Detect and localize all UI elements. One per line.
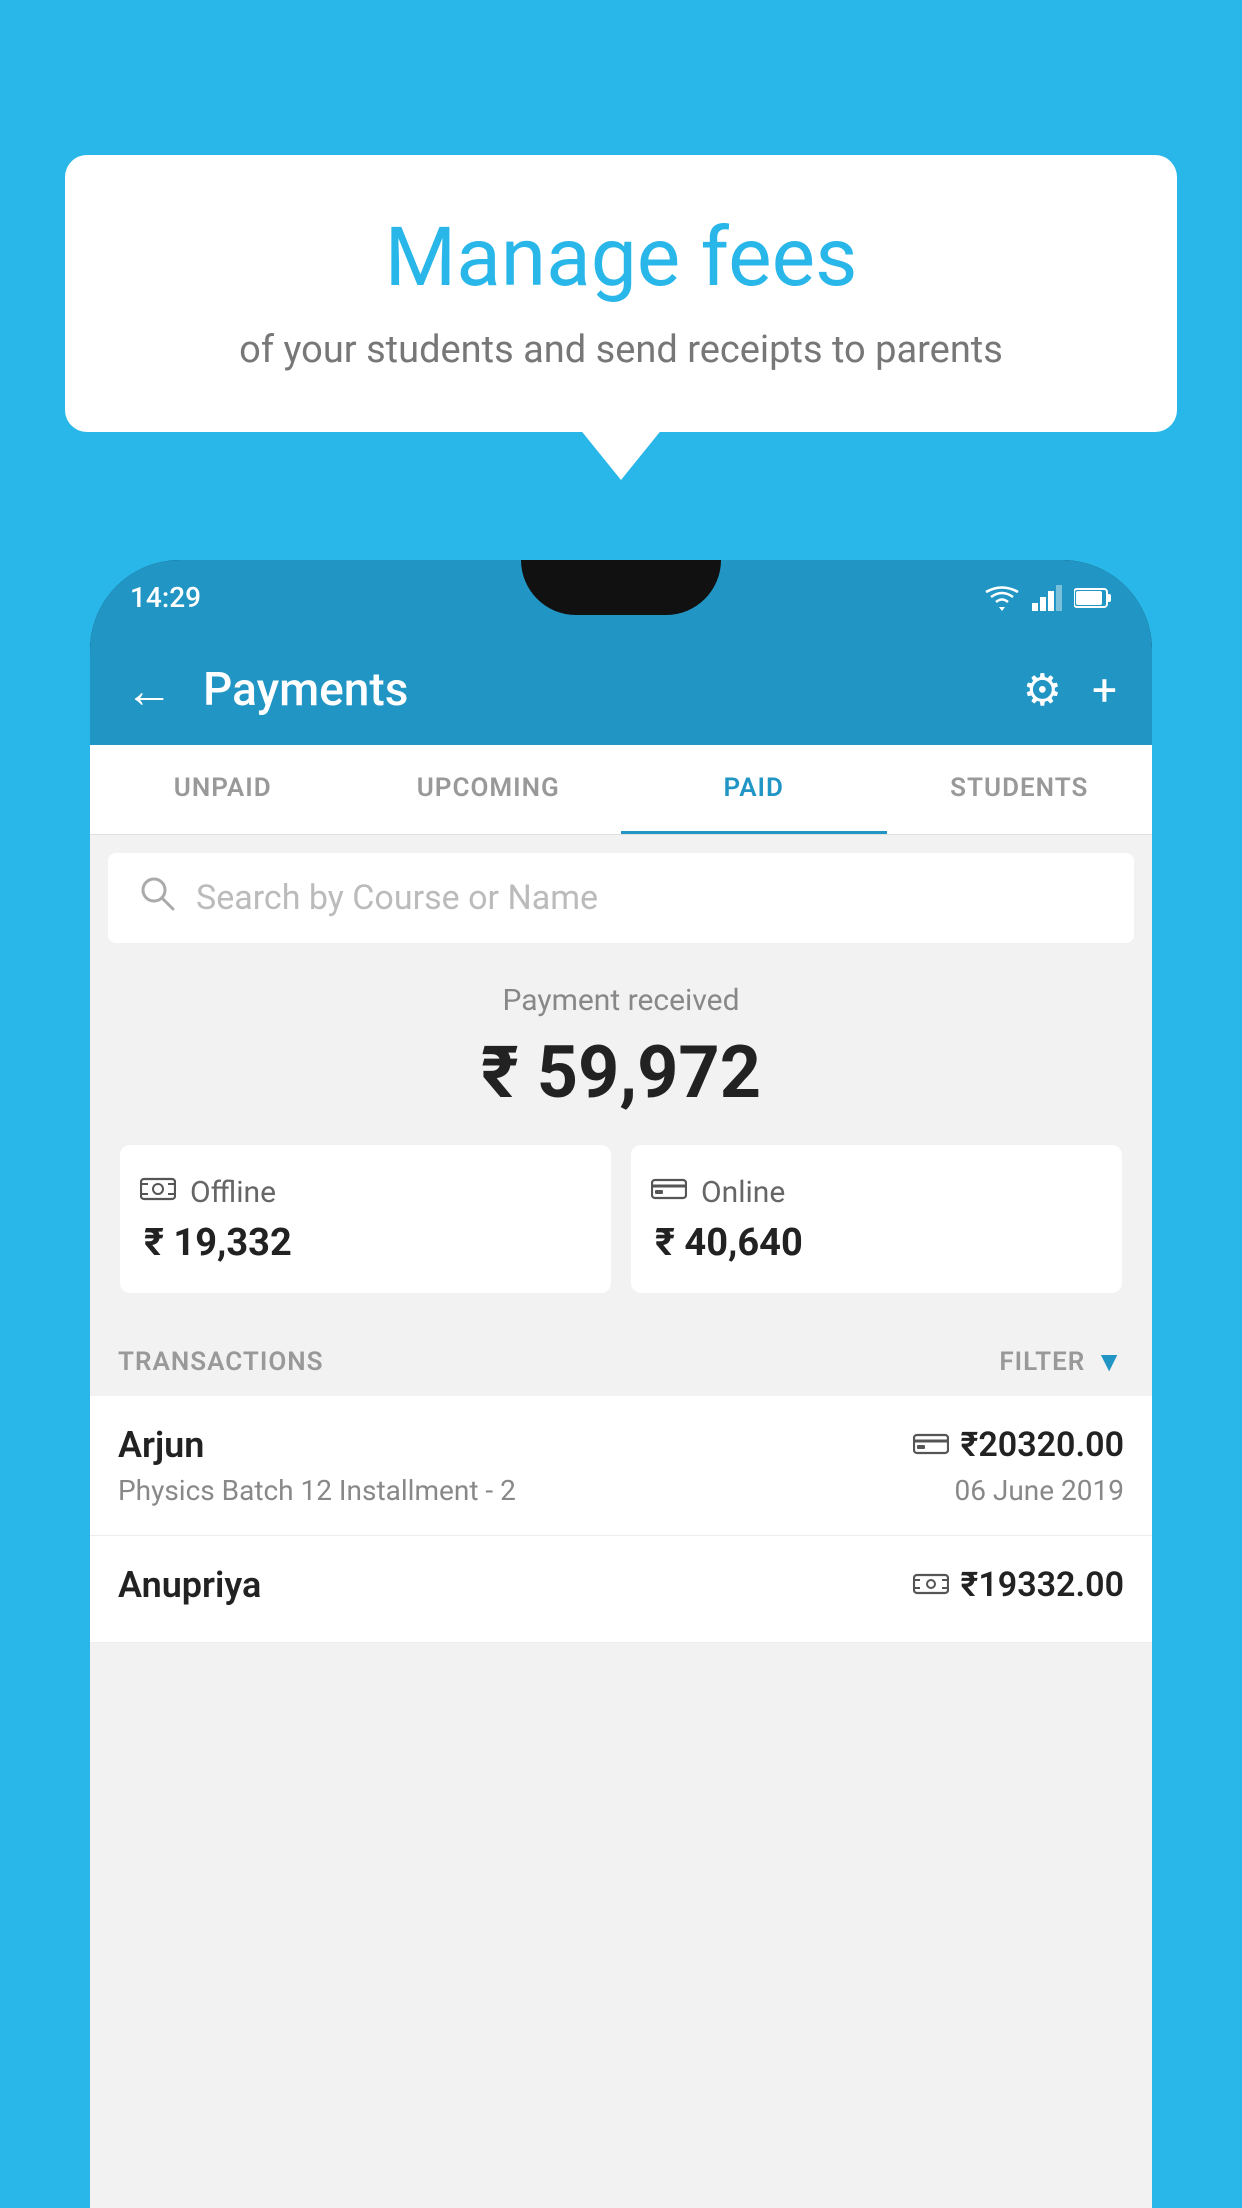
signal-icon (1032, 585, 1062, 611)
search-icon (138, 874, 176, 922)
cash-payment-icon (913, 1572, 949, 1598)
offline-card: Offline ₹ 19,332 (120, 1145, 611, 1293)
payment-total: ₹ 59,972 (110, 1030, 1132, 1115)
speech-bubble-container: Manage fees of your students and send re… (65, 155, 1177, 432)
filter-label: FILTER (999, 1347, 1085, 1377)
phone-content: Search by Course or Name Payment receive… (90, 835, 1152, 2208)
wifi-icon (984, 585, 1020, 611)
transaction-top: Arjun ₹20320.00 (118, 1424, 1124, 1466)
header-actions: ⚙ + (1023, 664, 1117, 716)
tabs-bar: UNPAID UPCOMING PAID STUDENTS (90, 745, 1152, 835)
battery-icon (1074, 587, 1112, 609)
transaction-course: Physics Batch 12 Installment - 2 (118, 1474, 516, 1507)
transactions-header: TRANSACTIONS FILTER ▼ (90, 1323, 1152, 1396)
add-button[interactable]: + (1092, 664, 1117, 716)
transaction-amount: ₹20320.00 (913, 1425, 1124, 1465)
cash-icon (140, 1173, 176, 1211)
table-row[interactable]: Arjun ₹20320.00 Physics Batch 12 Install… (90, 1396, 1152, 1536)
tab-unpaid[interactable]: UNPAID (90, 745, 356, 834)
status-icons (984, 585, 1112, 611)
transaction-top: Anupriya ₹19332.00 (118, 1564, 1124, 1606)
phone-frame: 14:29 ← Pa (90, 560, 1152, 2208)
status-time: 14:29 (130, 581, 201, 614)
transaction-amount: ₹19332.00 (913, 1565, 1124, 1605)
search-bar[interactable]: Search by Course or Name (108, 853, 1134, 943)
filter-icon: ▼ (1095, 1345, 1124, 1378)
online-card: Online ₹ 40,640 (631, 1145, 1122, 1293)
transaction-date: 06 June 2019 (954, 1474, 1124, 1507)
page-title: Payments (203, 663, 993, 717)
back-button[interactable]: ← (125, 662, 173, 719)
offline-amount: ₹ 19,332 (140, 1221, 292, 1265)
online-label: Online (701, 1175, 785, 1210)
speech-bubble: Manage fees of your students and send re… (65, 155, 1177, 432)
tab-upcoming[interactable]: UPCOMING (356, 745, 622, 834)
table-row[interactable]: Anupriya ₹19332.00 (90, 1536, 1152, 1643)
payment-breakdown: Offline ₹ 19,332 Onlin (120, 1145, 1122, 1293)
card-icon (651, 1173, 687, 1211)
offline-card-top: Offline (140, 1173, 276, 1211)
settings-button[interactable]: ⚙ (1023, 664, 1062, 716)
filter-button[interactable]: FILTER ▼ (999, 1345, 1124, 1378)
transaction-bottom: Physics Batch 12 Installment - 2 06 June… (118, 1474, 1124, 1507)
tab-students[interactable]: STUDENTS (887, 745, 1153, 834)
payment-received-label: Payment received (110, 983, 1132, 1018)
app-header: ← Payments ⚙ + (90, 635, 1152, 745)
speech-bubble-heading: Manage fees (125, 210, 1117, 306)
speech-bubble-subtext: of your students and send receipts to pa… (125, 328, 1117, 372)
tab-paid[interactable]: PAID (621, 745, 887, 834)
online-amount: ₹ 40,640 (651, 1221, 803, 1265)
transactions-label: TRANSACTIONS (118, 1347, 324, 1377)
transaction-name: Arjun (118, 1424, 204, 1466)
payment-summary: Payment received ₹ 59,972 (90, 943, 1152, 1323)
offline-label: Offline (190, 1175, 276, 1210)
online-card-top: Online (651, 1173, 785, 1211)
card-payment-icon (913, 1432, 949, 1458)
transaction-name: Anupriya (118, 1564, 261, 1606)
status-bar: 14:29 (90, 560, 1152, 635)
search-placeholder: Search by Course or Name (196, 878, 598, 918)
